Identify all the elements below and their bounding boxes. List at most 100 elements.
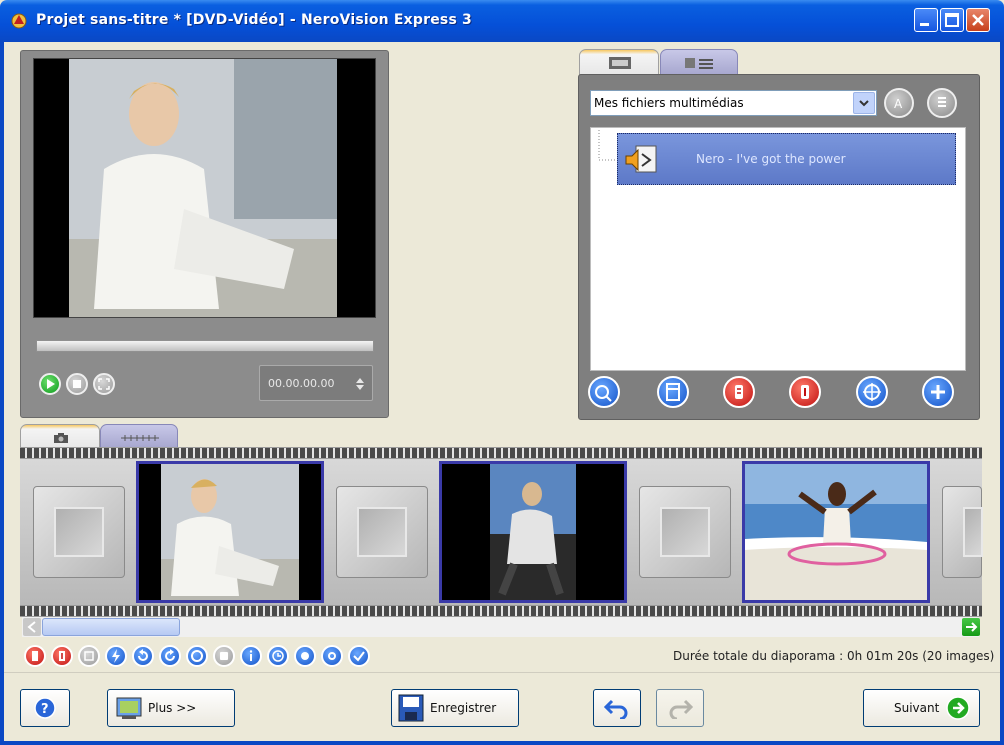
spin-arrows-icon[interactable] [354, 376, 366, 392]
maximize-button[interactable] [940, 8, 964, 32]
settings-clip-button[interactable] [321, 645, 343, 667]
fullscreen-icon [98, 378, 110, 390]
preview-screen [33, 58, 376, 318]
rotate-right-icon [165, 649, 175, 661]
copy-icon [84, 651, 94, 661]
close-icon [972, 14, 984, 26]
rotate-right-button[interactable] [159, 645, 181, 667]
redo-icon [669, 699, 693, 719]
arrow-right-icon [966, 622, 978, 632]
arrow-left-icon [27, 621, 36, 633]
effects-icon [301, 652, 309, 660]
check-button[interactable] [348, 645, 370, 667]
clock-icon [272, 650, 284, 662]
play-media-button[interactable] [588, 376, 620, 408]
more-button-label: Plus >> [148, 701, 197, 715]
effects-button[interactable] [294, 645, 316, 667]
remove-icon [735, 385, 743, 399]
media-properties-button[interactable] [657, 376, 689, 408]
transition-slot[interactable] [33, 486, 125, 578]
minimize-button[interactable] [914, 8, 938, 32]
stop-button[interactable] [66, 373, 88, 395]
timecode-field[interactable]: 00.00.00.00 [259, 365, 373, 401]
add-media-button[interactable] [922, 376, 954, 408]
save-button-label: Enregistrer [430, 701, 497, 715]
rotate-left-button[interactable] [132, 645, 154, 667]
scroll-right-button[interactable] [962, 618, 980, 636]
delete-clip-button[interactable] [51, 645, 73, 667]
select-arrow-button[interactable] [853, 92, 875, 114]
list-item[interactable]: Nero - I've got the power [617, 133, 956, 185]
help-button[interactable]: ? [20, 689, 70, 727]
info-button[interactable] [240, 645, 262, 667]
filmstrip-tab-icon [609, 57, 631, 69]
play-magnify-icon [595, 385, 612, 402]
stop-icon [73, 380, 81, 388]
redo-button[interactable] [656, 689, 704, 727]
window-title: Projet sans-titre * [DVD-Vidéo] - NeroVi… [36, 12, 473, 28]
media-item-label: Nero - I've got the power [696, 152, 846, 166]
remove-media-button[interactable] [723, 376, 755, 408]
crop-icon [220, 652, 228, 660]
more-button[interactable]: Plus >> [107, 689, 235, 727]
transition-placeholder-icon [963, 507, 983, 557]
storyboard-clip[interactable] [742, 461, 930, 603]
search-media-button[interactable] [856, 376, 888, 408]
sprocket-row-top [20, 448, 982, 458]
scroll-left-button[interactable] [23, 618, 41, 636]
undo-icon [604, 699, 628, 719]
undo-button[interactable] [593, 689, 641, 727]
play-button[interactable] [39, 373, 61, 395]
title-bar: Projet sans-titre * [DVD-Vidéo] - NeroVi… [0, 0, 1004, 42]
maximize-icon [945, 13, 959, 27]
svg-text:?: ? [41, 702, 49, 717]
sort-alpha-button[interactable]: A [884, 88, 914, 118]
copy-clip-button[interactable] [78, 645, 100, 667]
remove-clip-button[interactable] [24, 645, 46, 667]
delete-icon [801, 385, 809, 399]
scroll-thumb[interactable] [42, 618, 180, 636]
storyboard-clip[interactable] [439, 461, 627, 603]
fullscreen-button[interactable] [93, 373, 115, 395]
tree-connector [598, 130, 615, 161]
clip-thumbnail [745, 464, 927, 600]
sort-alpha-icon: A [894, 97, 903, 111]
floppy-disk-icon [398, 694, 424, 722]
transition-slot[interactable] [942, 486, 983, 578]
transition-placeholder-icon [357, 507, 407, 557]
tab-details-view[interactable] [660, 49, 738, 75]
sort-order-button[interactable] [927, 88, 957, 118]
tab-media-library[interactable] [579, 49, 659, 75]
save-button[interactable]: Enregistrer [391, 689, 519, 727]
timecode-value: 00.00.00.00 [268, 376, 335, 390]
delete-media-button[interactable] [789, 376, 821, 408]
camera-icon [54, 433, 68, 443]
media-source-value: Mes fichiers multimédias [594, 96, 744, 110]
rotate-left-icon [138, 649, 148, 661]
tab-timeline[interactable] [100, 424, 178, 448]
minimize-icon [920, 23, 929, 26]
transition-placeholder-icon [54, 507, 104, 557]
preview-seek-bar[interactable] [36, 340, 374, 352]
transition-slot[interactable] [639, 486, 731, 578]
media-source-select[interactable]: Mes fichiers multimédias [590, 90, 877, 116]
close-button[interactable] [966, 8, 990, 32]
storyboard-clip[interactable] [136, 461, 324, 603]
chevron-down-icon [859, 100, 869, 107]
timeline-icon [121, 435, 159, 441]
tab-storyboard[interactable] [20, 424, 100, 448]
timer-button[interactable] [267, 645, 289, 667]
auto-transition-button[interactable] [105, 645, 127, 667]
lightning-icon [112, 649, 120, 663]
audio-file-icon [625, 145, 657, 173]
next-button[interactable]: Suivant [863, 689, 980, 727]
help-icon: ? [34, 697, 56, 719]
document-icon [666, 383, 680, 401]
list-view-icon [685, 58, 713, 69]
refresh-button[interactable] [186, 645, 208, 667]
transition-slot[interactable] [336, 486, 428, 578]
slideshow-duration: Durée totale du diaporama : 0h 01m 20s (… [673, 649, 995, 663]
transition-placeholder-icon [660, 507, 710, 557]
crop-button[interactable] [213, 645, 235, 667]
clip-thumbnail [442, 464, 624, 600]
